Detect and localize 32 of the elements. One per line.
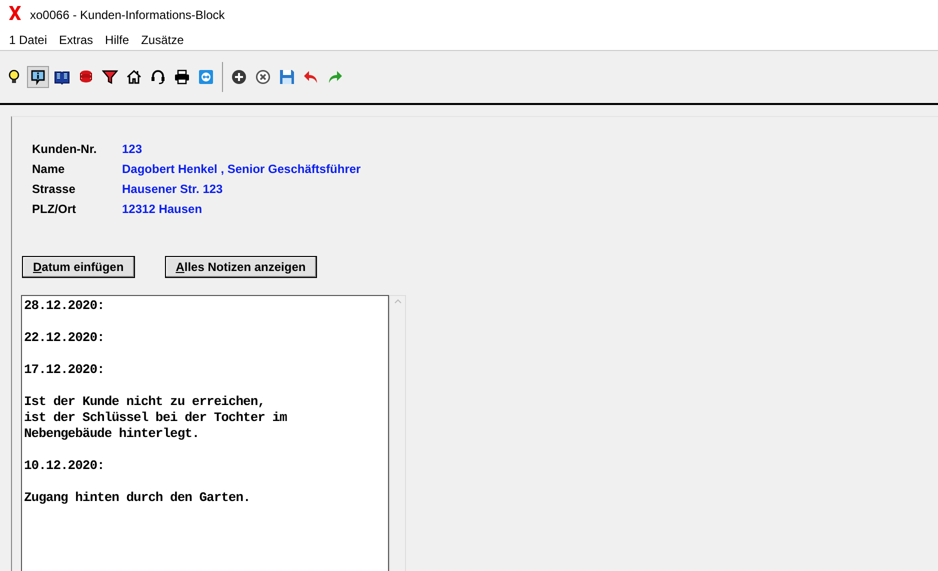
field-value: Hausener Str. 123 (122, 181, 224, 197)
action-button[interactable]: Alles Notizen anzeigen (164, 256, 317, 278)
filter-icon (102, 69, 118, 85)
add-icon (231, 69, 247, 85)
notes-field[interactable]: 28.12.2020: 22.12.2020: 17.12.2020: Ist der Kunde nicht zu erreichen, ist der Schlüssel bei der Tochter im Nebengebäude hinterlegt. 10.12.2020: Zugang hinten durch den Garten. (21, 295, 389, 571)
close-icon (255, 69, 271, 85)
book-icon (54, 69, 70, 85)
scrollbar[interactable] (389, 295, 406, 571)
field-label: Kunden-Nr. (32, 141, 98, 157)
window-title: xo0066 - Kunden-Informations-Block (30, 8, 225, 22)
info-icon (30, 69, 46, 85)
database-icon (78, 69, 94, 85)
lightbulb-icon (6, 69, 22, 85)
toolbar-button[interactable] (27, 66, 49, 88)
field-value: Dagobert Henkel , Senior Geschäftsführer (122, 161, 362, 177)
remote-icon (198, 69, 214, 85)
undo-icon (303, 69, 319, 85)
field-label: PLZ/Ort (32, 201, 77, 217)
headset-icon (150, 69, 166, 85)
menu-item[interactable]: Zusätze (135, 33, 190, 47)
house-icon (126, 69, 142, 85)
field-label: Strasse (32, 181, 76, 197)
field-label: Name (32, 161, 66, 177)
field-value: 123 (122, 141, 144, 157)
menu-item[interactable]: Extras (53, 33, 100, 47)
redo-icon (327, 69, 343, 85)
save-icon (279, 69, 295, 85)
menu-item[interactable]: 1 Datei (3, 33, 54, 47)
field-value: 12312 Hausen (122, 201, 204, 217)
menu-item[interactable]: Hilfe (99, 33, 136, 47)
printer-icon (174, 69, 190, 85)
action-button[interactable]: Datum einfügen (22, 256, 135, 278)
